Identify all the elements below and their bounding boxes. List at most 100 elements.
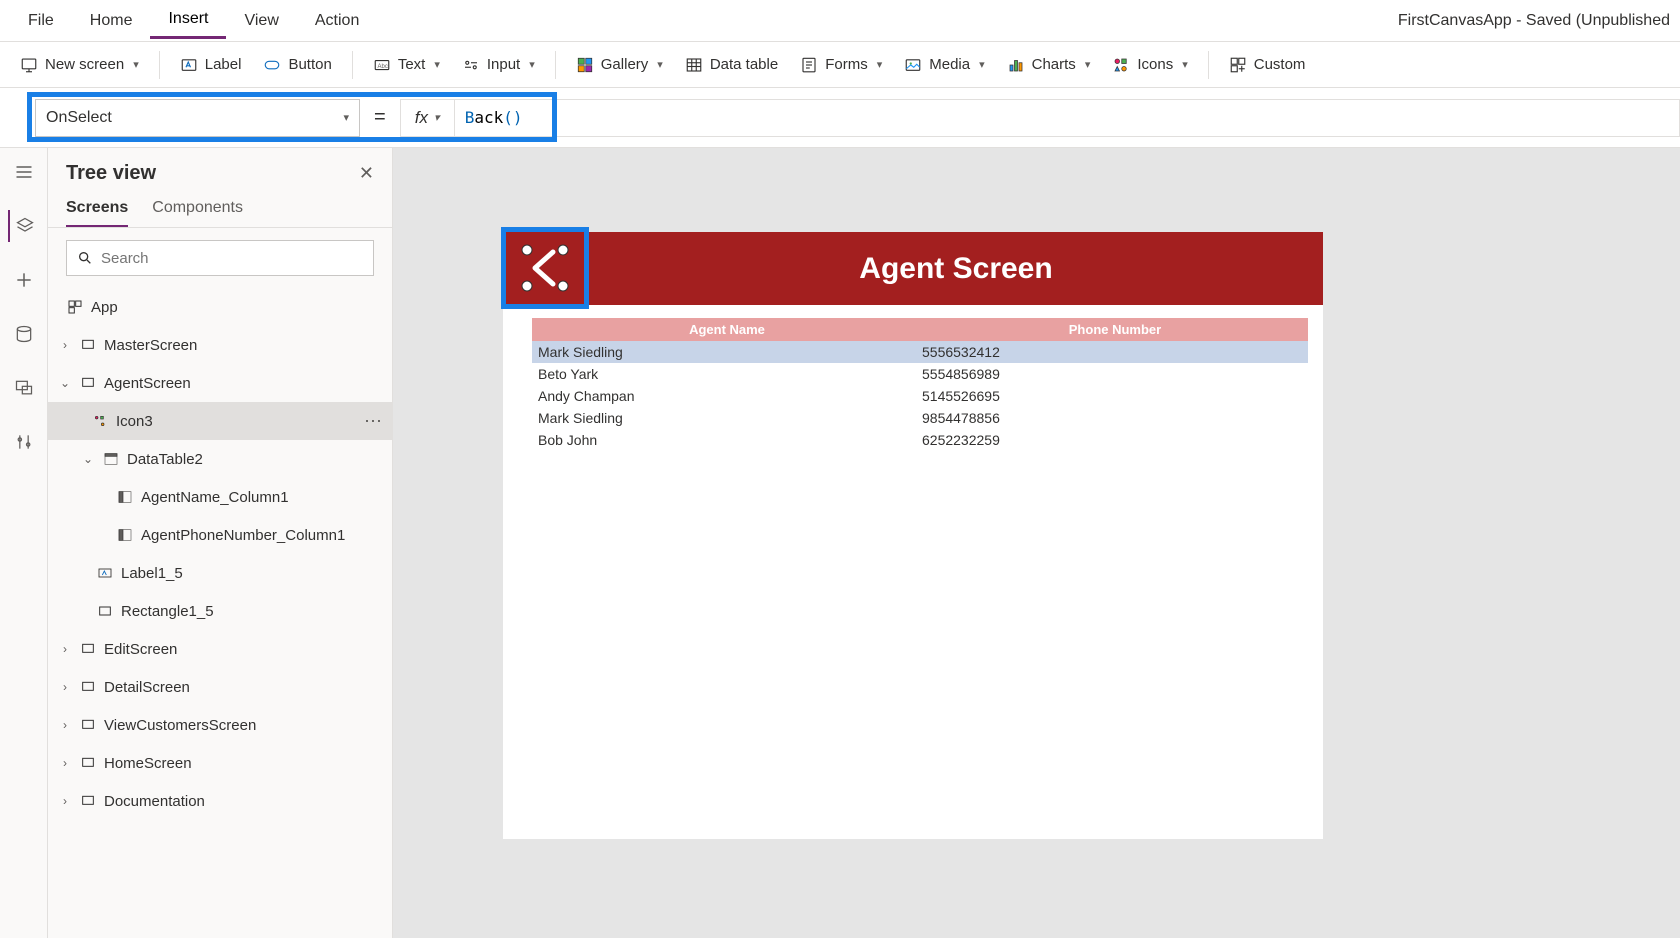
menu-insert[interactable]: Insert — [150, 2, 226, 39]
close-button[interactable]: ✕ — [359, 163, 374, 184]
media-rail-button[interactable] — [8, 372, 40, 404]
insert-rail-button[interactable] — [8, 264, 40, 296]
more-button[interactable]: ⋯ — [364, 411, 382, 432]
menu-file[interactable]: File — [10, 4, 72, 38]
tree-view-rail-button[interactable] — [8, 210, 40, 242]
media-button[interactable]: Media ▾ — [894, 50, 994, 80]
separator — [555, 51, 556, 79]
gallery-button[interactable]: Gallery ▾ — [566, 50, 673, 80]
table-row[interactable]: Mark Siedling 5556532412 — [532, 341, 1308, 363]
button-button[interactable]: Button — [253, 50, 341, 80]
tree-panel: Tree view ✕ Screens Components App › Mas… — [48, 148, 393, 938]
screens-icon — [14, 378, 34, 398]
property-name: OnSelect — [46, 109, 112, 127]
tools-rail-button[interactable] — [8, 426, 40, 458]
gallery-icon — [576, 56, 594, 74]
separator — [352, 51, 353, 79]
caret-right-icon[interactable]: › — [58, 794, 72, 808]
fx-button[interactable]: fx ▾ — [400, 99, 455, 137]
tree-header: Tree view ✕ — [48, 148, 392, 185]
property-selector[interactable]: OnSelect ▾ — [35, 99, 360, 137]
tree-label: App — [91, 299, 118, 316]
tree-node-rectangle1-5[interactable]: Rectangle1_5 — [48, 592, 392, 630]
data-table-label: Data table — [710, 56, 778, 73]
charts-icon — [1007, 56, 1025, 74]
input-button[interactable]: Input ▾ — [452, 50, 545, 80]
caret-right-icon[interactable]: › — [58, 718, 72, 732]
cell-phone: 5145526695 — [922, 388, 1308, 404]
formula-input[interactable]: Back() — [455, 99, 1680, 137]
charts-button[interactable]: Charts ▾ — [997, 50, 1101, 80]
cell-name: Bob John — [538, 432, 922, 448]
icons-icon — [1112, 56, 1130, 74]
tree-node-label1-5[interactable]: Label1_5 — [48, 554, 392, 592]
tree-node-datatable2[interactable]: ⌄ DataTable2 — [48, 440, 392, 478]
canvas-screen[interactable]: Agent Screen Agent Name Phone Number Mar… — [503, 232, 1323, 839]
custom-icon — [1229, 56, 1247, 74]
table-row[interactable]: Andy Champan 5145526695 — [532, 385, 1308, 407]
caret-down-icon[interactable]: ⌄ — [58, 376, 72, 390]
column-icon — [116, 526, 134, 544]
tree-node-masterscreen[interactable]: › MasterScreen — [48, 326, 392, 364]
back-icon-control[interactable] — [506, 232, 584, 304]
hamburger-button[interactable] — [8, 156, 40, 188]
tree-label: DetailScreen — [104, 679, 190, 696]
app-icon — [66, 298, 84, 316]
menu-view[interactable]: View — [226, 4, 296, 38]
tab-components[interactable]: Components — [152, 199, 243, 227]
tree-node-app[interactable]: App — [48, 288, 392, 326]
tree-node-documentation[interactable]: › Documentation — [48, 782, 392, 820]
tree-node-agentphone-col[interactable]: AgentPhoneNumber_Column1 — [48, 516, 392, 554]
label-small-icon — [96, 564, 114, 582]
table-row[interactable]: Bob John 6252232259 — [532, 429, 1308, 451]
custom-button[interactable]: Custom — [1219, 50, 1316, 80]
tree-node-editscreen[interactable]: › EditScreen — [48, 630, 392, 668]
data-table-button[interactable]: Data table — [675, 50, 788, 80]
screen-header-rect[interactable]: Agent Screen — [589, 232, 1323, 305]
tab-screens[interactable]: Screens — [66, 199, 128, 227]
screen-small-icon — [79, 336, 97, 354]
text-label: Text — [398, 56, 426, 73]
chevron-down-icon: ▾ — [877, 58, 883, 71]
menu-action[interactable]: Action — [297, 4, 377, 38]
search-input[interactable] — [101, 250, 363, 267]
tree-title: Tree view — [66, 162, 359, 185]
chevron-down-icon: ▾ — [1085, 58, 1091, 71]
fx-label: fx — [415, 108, 428, 128]
caret-down-icon[interactable]: ⌄ — [81, 452, 95, 466]
caret-right-icon[interactable]: › — [58, 756, 72, 770]
tree-node-viewcustomersscreen[interactable]: › ViewCustomersScreen — [48, 706, 392, 744]
tree-node-homescreen[interactable]: › HomeScreen — [48, 744, 392, 782]
chevron-down-icon: ▾ — [657, 58, 663, 71]
gallery-label: Gallery — [601, 56, 649, 73]
data-table-control[interactable]: Agent Name Phone Number Mark Siedling 55… — [532, 318, 1308, 451]
tree-node-agentscreen[interactable]: ⌄ AgentScreen — [48, 364, 392, 402]
icons-button[interactable]: Icons ▾ — [1102, 50, 1197, 80]
text-button[interactable]: Abc Text ▾ — [363, 50, 450, 80]
media-label: Media — [929, 56, 970, 73]
new-screen-button[interactable]: New screen ▾ — [10, 50, 149, 80]
caret-right-icon[interactable]: › — [58, 642, 72, 656]
data-rail-button[interactable] — [8, 318, 40, 350]
label-button[interactable]: Label — [170, 50, 252, 80]
screen-title-label[interactable]: Agent Screen — [859, 252, 1052, 286]
caret-right-icon[interactable]: › — [58, 338, 72, 352]
search-box[interactable] — [66, 240, 374, 276]
menu-home[interactable]: Home — [72, 4, 151, 38]
layers-icon — [15, 216, 35, 236]
caret-right-icon[interactable]: › — [58, 680, 72, 694]
input-icon — [462, 56, 480, 74]
table-row[interactable]: Beto Yark 5554856989 — [532, 363, 1308, 385]
header-agent-name[interactable]: Agent Name — [532, 322, 922, 337]
tree-node-icon3[interactable]: Icon3 ⋯ — [48, 402, 392, 440]
canvas-area[interactable]: Agent Screen Agent Name Phone Number Mar… — [393, 148, 1680, 938]
header-phone[interactable]: Phone Number — [922, 322, 1308, 337]
cell-phone: 5556532412 — [922, 344, 1308, 360]
table-row[interactable]: Mark Siedling 9854478856 — [532, 407, 1308, 429]
tree-node-detailscreen[interactable]: › DetailScreen — [48, 668, 392, 706]
left-rail — [0, 148, 48, 938]
chevron-down-icon: ▾ — [1182, 58, 1188, 71]
forms-button[interactable]: Forms ▾ — [790, 50, 892, 80]
equals-sign: = — [360, 106, 400, 129]
tree-node-agentname-col[interactable]: AgentName_Column1 — [48, 478, 392, 516]
